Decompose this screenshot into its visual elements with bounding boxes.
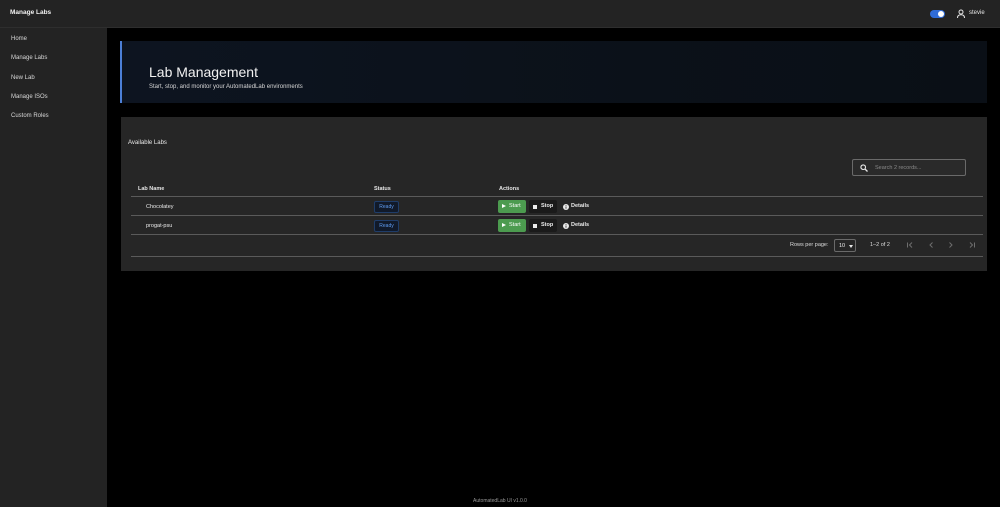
sidebar-item-home[interactable]: Home (0, 31, 107, 49)
search-icon (860, 164, 868, 172)
page-title: Lab Management (149, 64, 258, 80)
search-box[interactable] (852, 159, 966, 176)
start-button-label: Start (509, 222, 521, 228)
stop-button[interactable]: Stop (529, 219, 557, 232)
start-button-label: Start (509, 203, 521, 209)
header-divider (131, 196, 983, 197)
info-icon (563, 223, 569, 229)
lab-name-cell: Chocolatey (146, 204, 174, 210)
sidebar-item-label: New Lab (11, 75, 35, 81)
sidebar: Home Manage Labs New Lab Manage ISOs Cus… (0, 28, 107, 507)
first-page-icon[interactable] (903, 238, 917, 252)
pagination-range: 1–2 of 2 (870, 242, 890, 248)
details-button-label: Details (571, 203, 590, 209)
labs-card: Available Labs Lab Name Status Actions C… (121, 117, 987, 271)
page-subtitle: Start, stop, and monitor your AutomatedL… (149, 84, 303, 90)
next-page-icon[interactable] (944, 238, 958, 252)
status-badge: Ready (374, 201, 399, 213)
rows-per-page-select[interactable]: 10 (834, 239, 856, 252)
username[interactable]: stevie (969, 10, 985, 16)
table-row: progat-psu Ready Start Stop Details (131, 217, 983, 235)
table-footer-divider (131, 256, 983, 257)
row-divider (131, 234, 983, 235)
page-header-banner: Lab Management Start, stop, and monitor … (120, 41, 987, 103)
sidebar-item-label: Custom Roles (11, 113, 49, 119)
sidebar-item-label: Home (11, 36, 28, 42)
start-button[interactable]: Start (498, 219, 526, 232)
search-input[interactable] (875, 161, 963, 174)
card-title: Available Labs (128, 140, 167, 146)
column-header-lab-name[interactable]: Lab Name (138, 186, 164, 192)
app-bar: Manage Labs stevie (0, 0, 1000, 28)
stop-icon (533, 224, 537, 228)
details-button[interactable]: Details (561, 200, 591, 213)
info-icon (563, 204, 569, 210)
stop-button[interactable]: Stop (529, 200, 557, 213)
column-header-status[interactable]: Status (374, 186, 391, 192)
rows-per-page-label: Rows per page: (790, 242, 829, 248)
details-button-label: Details (571, 222, 590, 228)
sidebar-item-label: Manage Labs (11, 55, 48, 61)
table-row: Chocolatey Ready Start Stop Details (131, 198, 983, 216)
lab-name-cell: progat-psu (146, 223, 173, 229)
details-button[interactable]: Details (561, 219, 591, 232)
app-title: Manage Labs (10, 9, 52, 16)
sidebar-item-custom-roles[interactable]: Custom Roles (0, 108, 107, 126)
footer-version: AutomatedLab UI v1.0.0 (473, 498, 527, 504)
sidebar-item-manage-isos[interactable]: Manage ISOs (0, 89, 107, 107)
start-button[interactable]: Start (498, 200, 526, 213)
column-header-actions: Actions (499, 186, 520, 192)
rows-per-page-value: 10 (839, 243, 846, 249)
theme-toggle[interactable] (930, 10, 945, 18)
sidebar-item-label: Manage ISOs (11, 94, 48, 100)
sidebar-item-manage-labs[interactable]: Manage Labs (0, 50, 107, 68)
sidebar-item-new-lab[interactable]: New Lab (0, 70, 107, 88)
stop-button-label: Stop (541, 222, 554, 228)
chevron-down-icon (849, 245, 853, 248)
stop-button-label: Stop (541, 203, 554, 209)
previous-page-icon[interactable] (924, 238, 938, 252)
play-icon (502, 204, 506, 208)
stop-icon (533, 205, 537, 209)
toggle-knob (938, 11, 944, 17)
user-icon[interactable] (956, 9, 966, 19)
status-badge: Ready (374, 220, 399, 232)
row-divider (131, 215, 983, 216)
last-page-icon[interactable] (965, 238, 979, 252)
play-icon (502, 223, 506, 227)
